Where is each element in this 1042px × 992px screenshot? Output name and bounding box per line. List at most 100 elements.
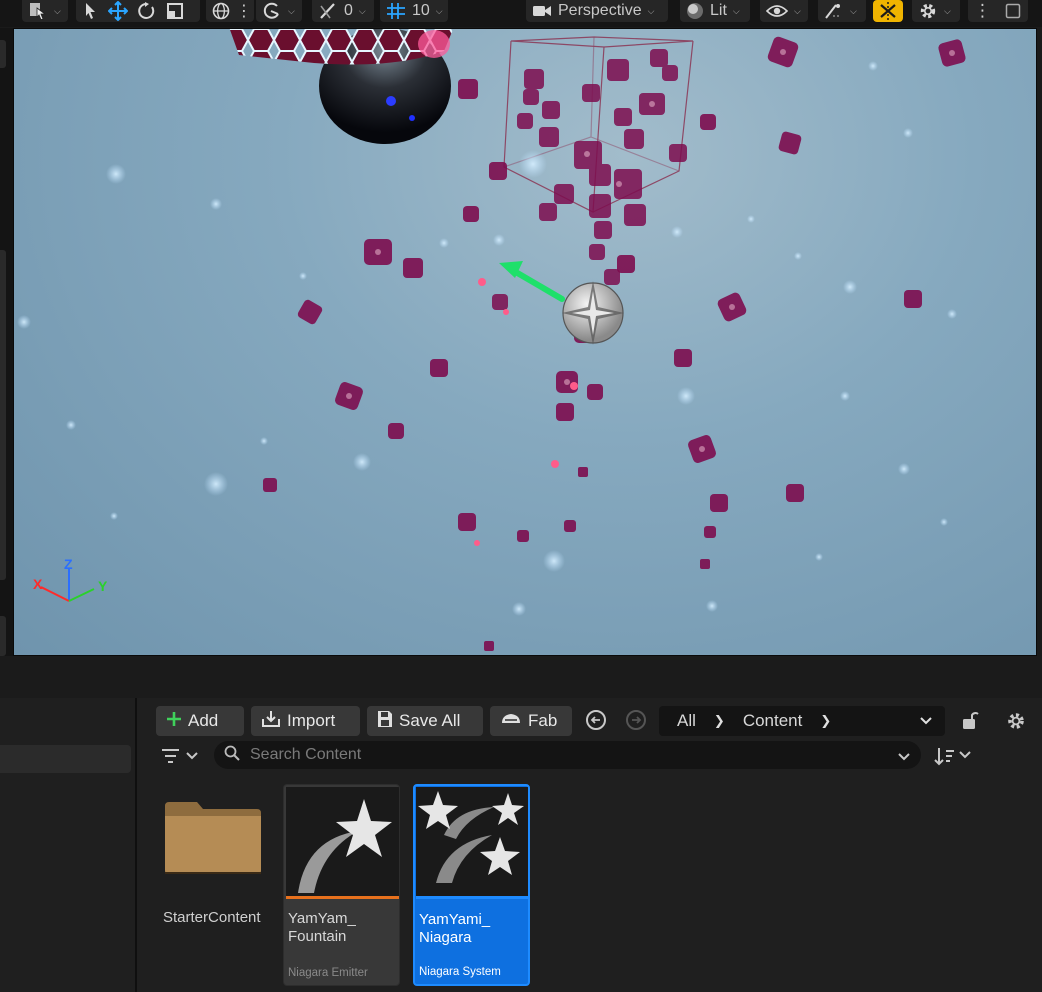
history-forward-button[interactable]	[626, 710, 646, 730]
select-mode-dropdown[interactable]: ⌵	[22, 0, 68, 22]
history-back-button[interactable]	[586, 710, 606, 730]
transform-tools	[76, 0, 200, 22]
left-panel-edge	[0, 28, 13, 656]
chevron-down-icon[interactable]	[897, 749, 911, 767]
rotation-snap-icon	[262, 2, 282, 20]
niagara-system-icon	[418, 791, 524, 883]
camera-icon	[532, 3, 552, 19]
lit-sphere-icon	[686, 2, 704, 20]
search-content-field[interactable]	[214, 741, 921, 769]
axis-x-label: X	[33, 576, 43, 592]
asset-tile-folder[interactable]: StarterContent	[153, 784, 270, 986]
emitter-accent-bar	[286, 896, 399, 899]
viewport-settings-dropdown[interactable]: ⌵	[912, 0, 960, 22]
grid-snap[interactable]: 10 ⌵	[380, 0, 448, 22]
search-input[interactable]	[248, 745, 892, 765]
asset-name: YamYam_ Fountain	[288, 910, 356, 945]
chevron-down-icon: ⌵	[850, 5, 857, 16]
system-accent-bar	[416, 896, 528, 899]
select-mode-icon	[28, 2, 48, 20]
settings-gear-icon[interactable]	[1006, 711, 1026, 736]
asset-name: StarterContent	[163, 909, 261, 926]
sort-dropdown[interactable]	[934, 746, 974, 771]
breadcrumb-content[interactable]: Content	[743, 711, 803, 731]
search-icon	[224, 745, 240, 766]
chevron-down-icon: ⌵	[358, 5, 366, 16]
chevron-down-icon: ⌵	[435, 5, 443, 16]
chevron-down-icon: ⌵	[54, 5, 61, 16]
asset-type: Niagara System	[419, 966, 501, 978]
translate-icon[interactable]	[108, 1, 128, 21]
asset-type: Niagara Emitter	[288, 967, 368, 979]
import-icon	[261, 710, 281, 733]
view-mode-label: Perspective	[558, 2, 642, 19]
rotate-icon[interactable]	[138, 2, 156, 20]
asset-tile-niagara-system[interactable]: YamYami_ Niagara Niagara System	[413, 784, 530, 986]
import-label: Import	[287, 711, 336, 730]
lighting-mode-label: Lit	[710, 2, 727, 19]
realtime-dropdown[interactable]: ⌵	[818, 0, 866, 22]
sources-search[interactable]	[0, 745, 131, 773]
lighting-mode-dropdown[interactable]: Lit ⌵	[680, 0, 750, 22]
import-button[interactable]: Import	[251, 706, 360, 736]
asset-thumbnail	[286, 787, 399, 899]
chevron-down-icon: ⌵	[794, 5, 801, 16]
asset-tile-niagara-emitter[interactable]: YamYam_ Fountain Niagara Emitter	[283, 784, 400, 986]
save-icon	[377, 710, 393, 733]
viewport-toolbar: ⌵ ⋮ ⌵ 0 ⌵ 10 ⌵ Perspective ⌵ Lit ⌵ ⌵ ⌵ ⌵…	[0, 0, 1042, 27]
chevron-right-icon[interactable]: ❯	[820, 713, 831, 729]
asset-name: YamYami_ Niagara	[419, 911, 491, 946]
chevron-down-icon[interactable]	[919, 711, 933, 731]
maximize-icon[interactable]	[1005, 3, 1021, 19]
translate-snap-value: 0	[344, 2, 353, 19]
sources-panel	[0, 698, 137, 992]
grid-snap-value: 10	[412, 2, 430, 19]
glow-particles	[17, 61, 957, 616]
realtime-icon	[824, 2, 844, 20]
chevron-down-icon: ⌵	[288, 5, 295, 16]
save-all-label: Save All	[399, 711, 461, 730]
chevron-down-icon: ⌵	[944, 5, 951, 16]
axis-z-label: Z	[64, 556, 73, 572]
fab-icon	[500, 711, 522, 731]
translate-snap[interactable]: 0 ⌵	[312, 0, 374, 22]
viewport-scene: Z X Y	[17, 29, 966, 651]
more-icon[interactable]: ⋮	[974, 1, 991, 21]
more-dots-icon: ⋮	[236, 3, 252, 20]
coordinate-space[interactable]: ⋮	[206, 0, 254, 22]
grid-snap-icon	[386, 2, 406, 20]
add-label: Add	[188, 711, 219, 730]
level-viewport[interactable]: Z X Y	[13, 28, 1037, 656]
fab-button[interactable]: Fab	[490, 706, 572, 736]
shooting-star-icon	[298, 799, 392, 893]
filter-dropdown[interactable]	[161, 748, 201, 769]
arrow-left-icon	[590, 716, 600, 724]
orb-mesh	[229, 29, 454, 144]
add-button[interactable]: Add	[156, 706, 244, 736]
lock-icon[interactable]	[961, 710, 979, 735]
chevron-right-icon[interactable]: ❯	[714, 713, 725, 729]
surface-snap-dropdown[interactable]: ⌵	[256, 0, 302, 22]
breadcrumb-all[interactable]: All	[677, 711, 696, 731]
snap-toggle-icon	[877, 1, 899, 21]
view-mode-dropdown[interactable]: Perspective ⌵	[526, 0, 668, 22]
content-browser: Add Import Save All Fab All ❯ Content ❯ …	[137, 698, 1042, 992]
chevron-down-icon: ⌵	[647, 5, 655, 16]
plus-icon	[166, 711, 182, 732]
arrow-right-icon	[632, 716, 642, 724]
chevron-down-icon: ⌵	[732, 5, 740, 16]
settings-gear-icon	[918, 1, 938, 21]
angle-snap-icon	[318, 2, 338, 20]
axis-indicator: Z X Y	[33, 556, 108, 602]
show-dropdown[interactable]: ⌵	[760, 0, 808, 22]
world-icon	[212, 2, 230, 20]
scale-icon[interactable]	[166, 2, 184, 20]
folder-icon	[163, 800, 263, 883]
save-all-button[interactable]: Save All	[367, 706, 483, 736]
viewport-options: ⋮	[968, 0, 1028, 22]
select-arrow-icon[interactable]	[82, 2, 98, 20]
snap-toggle-button[interactable]	[873, 0, 903, 22]
asset-thumbnail	[416, 787, 528, 899]
fab-label: Fab	[528, 711, 558, 730]
eye-icon	[766, 4, 788, 18]
